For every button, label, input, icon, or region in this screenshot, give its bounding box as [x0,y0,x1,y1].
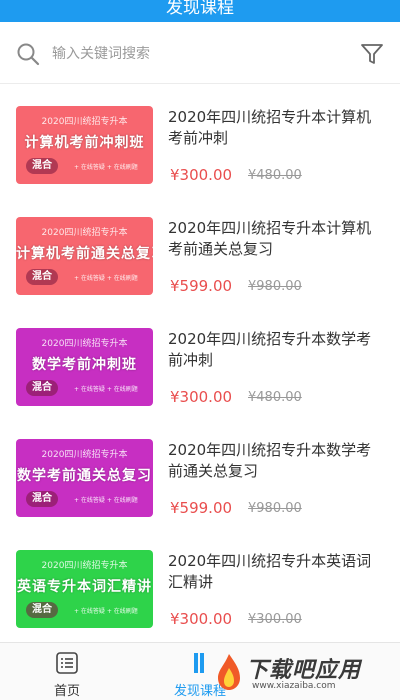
thumb-title: 计算机考前通关总复习 [16,246,153,262]
thumb-tag: 混合 [26,380,58,396]
course-price: ¥300.00 [170,610,233,628]
home-list-icon [56,652,78,674]
course-title[interactable]: 2020年四川统招专升本计算机考前冲刺 [168,107,383,149]
thumb-features: + 在线答疑 + 在线刷题 [74,164,138,171]
course-thumbnail[interactable]: 2020四川统招专升本 计算机考前通关总复习 混合 + 在线答疑 + 在线刷题 [16,217,153,295]
course-title[interactable]: 2020年四川统招专升本数学考前冲刺 [168,329,383,371]
course-title[interactable]: 2020年四川统招专升本计算机考前通关总复习 [168,218,383,260]
filter-icon[interactable] [359,41,385,67]
course-item[interactable]: 2020四川统招专升本 计算机考前冲刺班 混合 + 在线答疑 + 在线刷题 20… [0,106,400,216]
thumb-features: + 在线答疑 + 在线刷题 [74,608,138,615]
course-thumbnail[interactable]: 2020四川统招专升本 数学考前冲刺班 混合 + 在线答疑 + 在线刷题 [16,328,153,406]
course-thumbnail[interactable]: 2020四川统招专升本 数学考前通关总复习 混合 + 在线答疑 + 在线刷题 [16,439,153,517]
search-input[interactable] [52,42,332,66]
thumb-title: 数学考前冲刺班 [32,357,137,373]
thumb-year: 2020四川统招专升本 [41,228,128,238]
thumb-features: + 在线答疑 + 在线刷题 [74,497,138,504]
thumb-tag: 混合 [26,602,58,618]
thumb-tag: 混合 [26,269,58,285]
tab-home-label: 首页 [53,684,80,699]
course-price: ¥599.00 [170,277,233,295]
watermark-url: www.xiazaiba.com [252,681,336,691]
course-item[interactable]: 2020四川统招专升本 数学考前冲刺班 混合 + 在线答疑 + 在线刷题 202… [0,328,400,438]
course-list: 2020四川统招专升本 计算机考前冲刺班 混合 + 在线答疑 + 在线刷题 20… [0,86,400,642]
watermark-logo: 下载吧应用 www.xiazaiba.com [212,648,398,698]
course-title[interactable]: 2020年四川统招专升本数学考前通关总复习 [168,440,383,482]
course-price: ¥599.00 [170,499,233,517]
thumb-year: 2020四川统招专升本 [41,450,128,460]
thumb-tag: 混合 [26,158,58,174]
search-icon[interactable] [16,42,40,66]
course-thumbnail[interactable]: 2020四川统招专升本 计算机考前冲刺班 混合 + 在线答疑 + 在线刷题 [16,106,153,184]
header-bar: 发现课程 [0,0,400,22]
thumb-year: 2020四川统招专升本 [41,561,128,571]
tab-home[interactable]: 首页 [27,643,107,700]
thumb-title: 数学考前通关总复习 [17,468,152,484]
thumb-tag: 混合 [26,491,58,507]
course-original-price: ¥480.00 [248,168,302,183]
course-title[interactable]: 2020年四川统招专升本英语词汇精讲 [168,551,383,593]
flame-icon [218,654,240,690]
thumb-year: 2020四川统招专升本 [41,117,128,127]
page-title: 发现课程 [166,0,234,18]
course-original-price: ¥480.00 [248,390,302,405]
thumb-title: 英语专升本词汇精讲 [17,579,152,595]
course-original-price: ¥980.00 [248,279,302,294]
course-price: ¥300.00 [170,388,233,406]
course-original-price: ¥300.00 [248,612,302,627]
course-item[interactable]: 2020四川统招专升本 计算机考前通关总复习 混合 + 在线答疑 + 在线刷题 … [0,217,400,327]
course-price: ¥300.00 [170,166,233,184]
thumb-features: + 在线答疑 + 在线刷题 [74,386,138,393]
discover-icon [194,653,204,673]
thumb-features: + 在线答疑 + 在线刷题 [74,275,138,282]
course-thumbnail[interactable]: 2020四川统招专升本 英语专升本词汇精讲 混合 + 在线答疑 + 在线刷题 [16,550,153,628]
course-item[interactable]: 2020四川统招专升本 数学考前通关总复习 混合 + 在线答疑 + 在线刷题 2… [0,439,400,549]
course-item[interactable]: 2020四川统招专升本 英语专升本词汇精讲 混合 + 在线答疑 + 在线刷题 2… [0,550,400,642]
course-original-price: ¥980.00 [248,501,302,516]
search-bar [0,22,400,84]
thumb-year: 2020四川统招专升本 [41,339,128,349]
watermark-text: 下载吧应用 [246,658,362,683]
thumb-title: 计算机考前冲刺班 [24,135,145,151]
